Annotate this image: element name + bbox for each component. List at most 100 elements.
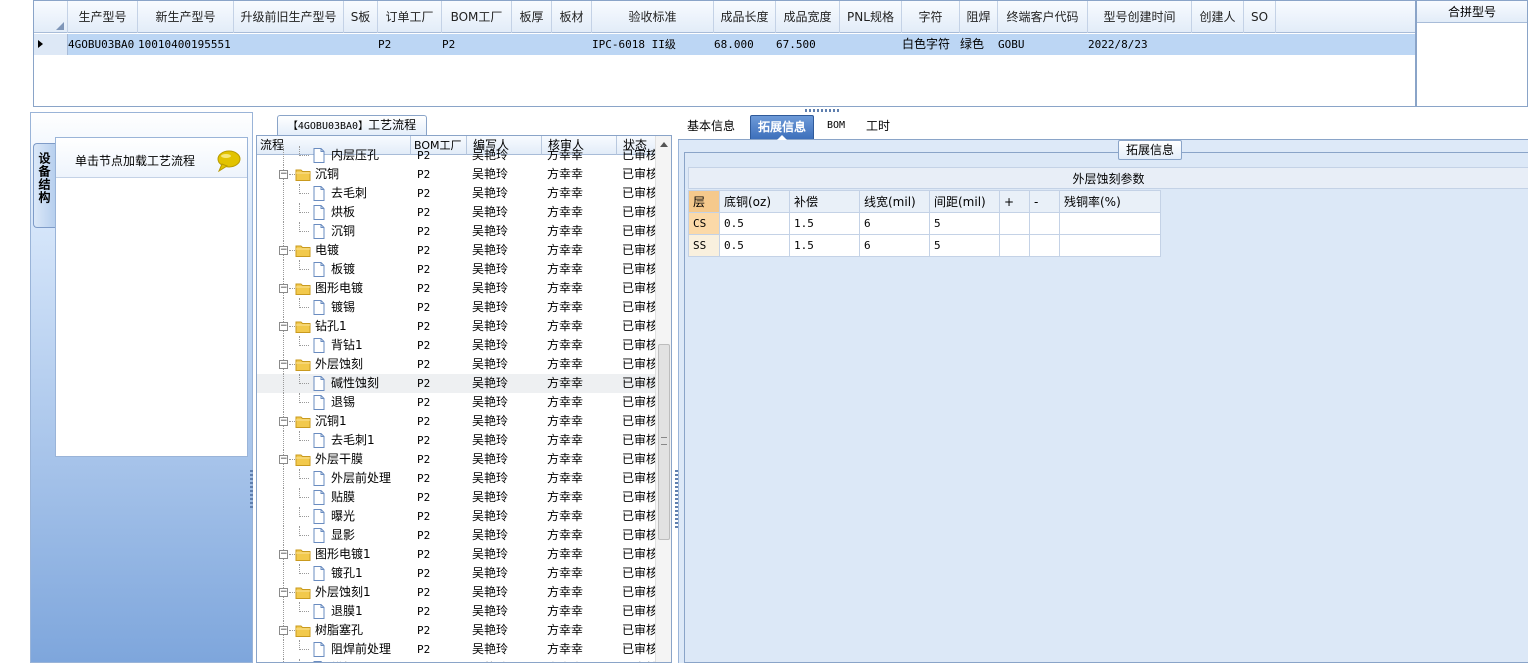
col-header-length[interactable]: 成品长度 bbox=[714, 1, 776, 33]
params-cell-spacing[interactable]: 5 bbox=[929, 234, 1000, 257]
row-indicator[interactable] bbox=[34, 34, 68, 55]
tree-node[interactable]: − 图形电镀1 P2 吴艳玲 方幸幸 已审核 bbox=[257, 545, 657, 564]
collapse-toggle-icon[interactable]: − bbox=[279, 322, 288, 331]
params-cell-residual-copper[interactable] bbox=[1059, 212, 1161, 235]
tree-node[interactable]: − 树脂塞孔 P2 吴艳玲 方幸幸 已审核 bbox=[257, 621, 657, 640]
tree-node[interactable]: 外层前处理 P2 吴艳玲 方幸幸 已审核 bbox=[257, 469, 657, 488]
tree-node[interactable]: 烘板 P2 吴艳玲 方幸幸 已审核 bbox=[257, 203, 657, 222]
params-col-layer[interactable]: 层 bbox=[688, 190, 720, 213]
tab-extended-info[interactable]: 拓展信息 bbox=[750, 115, 815, 140]
tree-node[interactable]: − 外层干膜 P2 吴艳玲 方幸幸 已审核 bbox=[257, 450, 657, 469]
col-header-solder-mask[interactable]: 阻焊 bbox=[960, 1, 998, 33]
col-header-s-board[interactable]: S板 bbox=[344, 1, 378, 33]
params-col-minus[interactable]: - bbox=[1029, 190, 1060, 213]
collapse-toggle-icon[interactable]: − bbox=[279, 588, 288, 597]
cell-creator[interactable] bbox=[1192, 34, 1244, 55]
params-col-residual-copper[interactable]: 残铜率(%) bbox=[1059, 190, 1161, 213]
collapse-toggle-icon[interactable]: − bbox=[279, 550, 288, 559]
cell-length[interactable]: 68.000 bbox=[714, 34, 776, 55]
tab-work-hours[interactable]: 工时 bbox=[859, 115, 897, 139]
collapse-toggle-icon[interactable]: − bbox=[279, 170, 288, 179]
collapse-toggle-icon[interactable]: − bbox=[279, 246, 288, 255]
collapse-toggle-icon[interactable]: − bbox=[279, 360, 288, 369]
cell-created[interactable]: 2022/8/23 bbox=[1088, 34, 1192, 55]
params-cell-plus[interactable] bbox=[999, 234, 1030, 257]
tree-node[interactable]: 贴膜 P2 吴艳玲 方幸幸 已审核 bbox=[257, 488, 657, 507]
scroll-up-icon[interactable] bbox=[660, 142, 668, 147]
tree-node[interactable]: 去毛刺1 P2 吴艳玲 方幸幸 已审核 bbox=[257, 431, 657, 450]
params-col-spacing[interactable]: 间距(mil) bbox=[929, 190, 1000, 213]
tree-node[interactable]: 板镀 P2 吴艳玲 方幸幸 已审核 bbox=[257, 260, 657, 279]
table-row[interactable]: CS 0.5 1.5 6 5 bbox=[688, 212, 1161, 235]
tree-node[interactable]: 镀锡 P2 吴艳玲 方幸幸 已审核 bbox=[257, 298, 657, 317]
cell-material[interactable] bbox=[552, 34, 592, 55]
col-header-new-model[interactable]: 新生产型号 bbox=[138, 1, 234, 33]
col-header-created[interactable]: 型号创建时间 bbox=[1088, 1, 1192, 33]
scroll-thumb[interactable] bbox=[658, 344, 670, 540]
col-header-width[interactable]: 成品宽度 bbox=[776, 1, 840, 33]
params-cell-line-width[interactable]: 6 bbox=[859, 212, 930, 235]
params-col-line-width[interactable]: 线宽(mil) bbox=[859, 190, 930, 213]
params-cell-compensation[interactable]: 1.5 bbox=[789, 234, 860, 257]
col-header-customer-code[interactable]: 终端客户代码 bbox=[998, 1, 1088, 33]
tree-node[interactable]: 碱性蚀刻 P2 吴艳玲 方幸幸 已审核 bbox=[257, 374, 657, 393]
cell-char[interactable]: 白色字符 bbox=[902, 34, 960, 55]
tree-node[interactable]: 退膜1 P2 吴艳玲 方幸幸 已审核 bbox=[257, 602, 657, 621]
cell-new-model[interactable]: 10010400195551 bbox=[138, 34, 234, 55]
params-col-compensation[interactable]: 补偿 bbox=[789, 190, 860, 213]
tree-node[interactable]: − 外层蚀刻 P2 吴艳玲 方幸幸 已审核 bbox=[257, 355, 657, 374]
tree-node[interactable]: 背钻1 P2 吴艳玲 方幸幸 已审核 bbox=[257, 336, 657, 355]
cell-standard[interactable]: IPC-6018 II级 bbox=[592, 34, 714, 55]
tree-node[interactable]: 去毛刺 P2 吴艳玲 方幸幸 已审核 bbox=[257, 184, 657, 203]
cell-s-board[interactable] bbox=[344, 34, 378, 55]
tree-node[interactable]: 阻焊前处理 P2 吴艳玲 方幸幸 已审核 bbox=[257, 640, 657, 659]
collapse-toggle-icon[interactable]: − bbox=[279, 455, 288, 464]
params-cell-spacing[interactable]: 5 bbox=[929, 212, 1000, 235]
col-header-old-model[interactable]: 升级前旧生产型号 bbox=[234, 1, 344, 33]
cell-bom-factory[interactable]: P2 bbox=[442, 34, 512, 55]
tree-node[interactable]: − 钻孔1 P2 吴艳玲 方幸幸 已审核 bbox=[257, 317, 657, 336]
col-header-material[interactable]: 板材 bbox=[552, 1, 592, 33]
tree-node[interactable]: − 沉铜1 P2 吴艳玲 方幸幸 已审核 bbox=[257, 412, 657, 431]
tree-node[interactable]: − 电镀 P2 吴艳玲 方幸幸 已审核 bbox=[257, 241, 657, 260]
col-header-thickness[interactable]: 板厚 bbox=[512, 1, 552, 33]
cell-model[interactable]: 4GOBU03BA0 bbox=[68, 34, 138, 55]
col-header-so[interactable]: SO bbox=[1244, 1, 1276, 33]
params-col-base-copper[interactable]: 底铜(oz) bbox=[719, 190, 790, 213]
col-header-bom-factory[interactable]: BOM工厂 bbox=[442, 1, 512, 33]
col-header-char[interactable]: 字符 bbox=[902, 1, 960, 33]
tree-node[interactable]: 显影 P2 吴艳玲 方幸幸 已审核 bbox=[257, 526, 657, 545]
tree-scrollbar[interactable] bbox=[655, 136, 671, 662]
collapse-toggle-icon[interactable]: − bbox=[279, 417, 288, 426]
col-header-order-factory[interactable]: 订单工厂 bbox=[378, 1, 442, 33]
splitter-grip[interactable] bbox=[805, 109, 841, 112]
params-cell-base-copper[interactable]: 0.5 bbox=[719, 234, 790, 257]
collapse-toggle-icon[interactable]: − bbox=[279, 284, 288, 293]
tree-node[interactable]: 内层压孔 P2 吴艳玲 方幸幸 已审核 bbox=[257, 146, 657, 165]
splitter-grip-left[interactable] bbox=[250, 470, 253, 510]
table-row[interactable]: SS 0.5 1.5 6 5 bbox=[688, 234, 1161, 257]
params-cell-compensation[interactable]: 1.5 bbox=[789, 212, 860, 235]
tree-node[interactable]: 退锡 P2 吴艳玲 方幸幸 已审核 bbox=[257, 393, 657, 412]
params-cell-residual-copper[interactable] bbox=[1059, 234, 1161, 257]
tab-bom[interactable]: BOM bbox=[820, 115, 852, 139]
cell-so[interactable] bbox=[1244, 34, 1276, 55]
params-cell-line-width[interactable]: 6 bbox=[859, 234, 930, 257]
params-cell-minus[interactable] bbox=[1029, 234, 1060, 257]
col-header-standard[interactable]: 验收标准 bbox=[592, 1, 714, 33]
tab-basic-info[interactable]: 基本信息 bbox=[680, 115, 742, 139]
collapse-toggle-icon[interactable]: − bbox=[279, 626, 288, 635]
params-cell-layer[interactable]: SS bbox=[688, 234, 720, 257]
params-cell-base-copper[interactable]: 0.5 bbox=[719, 212, 790, 235]
cell-solder-mask[interactable]: 绿色 bbox=[960, 34, 998, 55]
vertical-tab-equipment[interactable]: 设备结构 bbox=[33, 143, 55, 228]
tree-node[interactable]: − 外层蚀刻1 P2 吴艳玲 方幸幸 已审核 bbox=[257, 583, 657, 602]
tree-node[interactable]: − 沉铜 P2 吴艳玲 方幸幸 已审核 bbox=[257, 165, 657, 184]
cell-thickness[interactable] bbox=[512, 34, 552, 55]
params-cell-layer[interactable]: CS bbox=[688, 212, 720, 235]
col-header-model[interactable]: 生产型号 bbox=[68, 1, 138, 33]
cell-customer-code[interactable]: GOBU bbox=[998, 34, 1088, 55]
tree-node[interactable]: 沉铜 P2 吴艳玲 方幸幸 已审核 bbox=[257, 222, 657, 241]
node-hint-header[interactable]: 单击节点加载工艺流程 bbox=[56, 138, 247, 178]
select-all-corner[interactable] bbox=[34, 1, 68, 33]
